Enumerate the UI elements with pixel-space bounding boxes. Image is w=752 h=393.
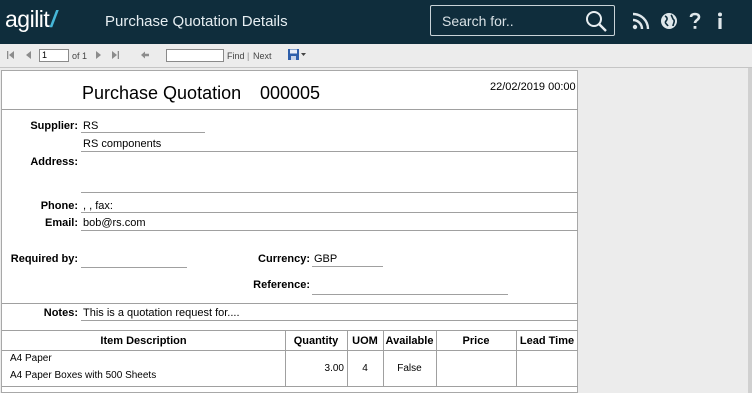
notes-label: Notes:: [43, 307, 78, 319]
col-header-quantity: Quantity: [293, 335, 339, 347]
previous-page-icon[interactable]: [24, 50, 34, 62]
col-header-lead-time: Lead Time: [519, 335, 575, 347]
quotation-number: 000005: [260, 83, 321, 103]
search-input[interactable]: Search for..: [442, 13, 514, 29]
reference-label: Reference:: [253, 279, 310, 291]
reference-underline: [312, 294, 508, 295]
next-page-icon[interactable]: [93, 50, 103, 62]
phone-value: , , fax:: [83, 200, 113, 212]
address-underline: [81, 192, 578, 193]
page-count-label: of 1: [72, 51, 88, 61]
first-page-icon[interactable]: [6, 50, 16, 62]
help-icon[interactable]: [685, 11, 705, 31]
table-bottom-border: [2, 386, 578, 387]
header-divider: [2, 109, 578, 110]
item-available: False: [397, 363, 422, 374]
table-top-border: [2, 330, 578, 331]
logo-text: agilit: [5, 6, 50, 32]
required-by-underline: [81, 267, 187, 268]
toolbar-separator: |: [247, 51, 250, 61]
table-header-divider: [2, 350, 578, 351]
item-description-line1: A4 Paper: [10, 353, 52, 364]
report-toolbar: 1 of 1 Find | Next: [0, 44, 752, 68]
phone-underline: [81, 212, 578, 213]
supplier-name: RS components: [83, 138, 162, 150]
currency-value: GBP: [314, 253, 338, 265]
col-header-item-description: Item Description: [100, 335, 187, 347]
globe-icon[interactable]: [659, 11, 679, 31]
phone-label: Phone:: [40, 200, 78, 212]
page-title: Purchase Quotation Details: [105, 13, 288, 30]
page-number-input[interactable]: 1: [39, 49, 69, 62]
supplier-name-underline: [81, 151, 578, 152]
viewer-scrollbar[interactable]: [748, 68, 752, 393]
report-date: 22/02/2019 00:00: [490, 81, 576, 93]
email-label: Email:: [44, 217, 78, 229]
col-header-uom: UOM: [352, 335, 378, 347]
email-value: bob@rs.com: [83, 217, 146, 229]
search-box[interactable]: Search for..: [430, 5, 615, 36]
search-icon[interactable]: [584, 9, 608, 38]
address-label: Address:: [30, 156, 78, 168]
last-page-icon[interactable]: [110, 50, 120, 62]
currency-label: Currency:: [258, 253, 310, 265]
supplier-label: Supplier:: [30, 120, 78, 132]
find-link[interactable]: Find: [227, 51, 245, 61]
item-uom: 4: [362, 363, 368, 374]
next-link[interactable]: Next: [253, 51, 272, 61]
email-underline: [81, 230, 578, 231]
notes-underline: [81, 320, 578, 321]
app-logo[interactable]: agilit/: [5, 6, 57, 33]
find-input[interactable]: [166, 49, 224, 62]
report-title: Purchase Quotation: [82, 83, 242, 103]
supplier-code: RS: [83, 120, 99, 132]
required-by-label: Required by:: [10, 253, 78, 265]
col-header-available: Available: [385, 335, 434, 347]
item-quantity: 3.00: [324, 363, 344, 374]
logo-slash: /: [50, 6, 57, 32]
app-header: agilit/ Purchase Quotation Details Searc…: [0, 0, 752, 44]
report-page: Purchase Quotation 000005 22/02/2019 00:…: [1, 70, 578, 393]
currency-underline: [312, 266, 383, 267]
back-icon[interactable]: [140, 50, 150, 62]
notes-value: This is a quotation request for....: [83, 307, 240, 319]
supplier-code-underline: [81, 132, 205, 133]
item-description-line2: A4 Paper Boxes with 500 Sheets: [10, 370, 157, 381]
notes-divider: [2, 303, 578, 304]
rss-icon[interactable]: [631, 11, 651, 31]
info-icon[interactable]: [710, 11, 730, 31]
export-save-icon[interactable]: [287, 48, 307, 64]
col-header-price: Price: [462, 335, 490, 347]
